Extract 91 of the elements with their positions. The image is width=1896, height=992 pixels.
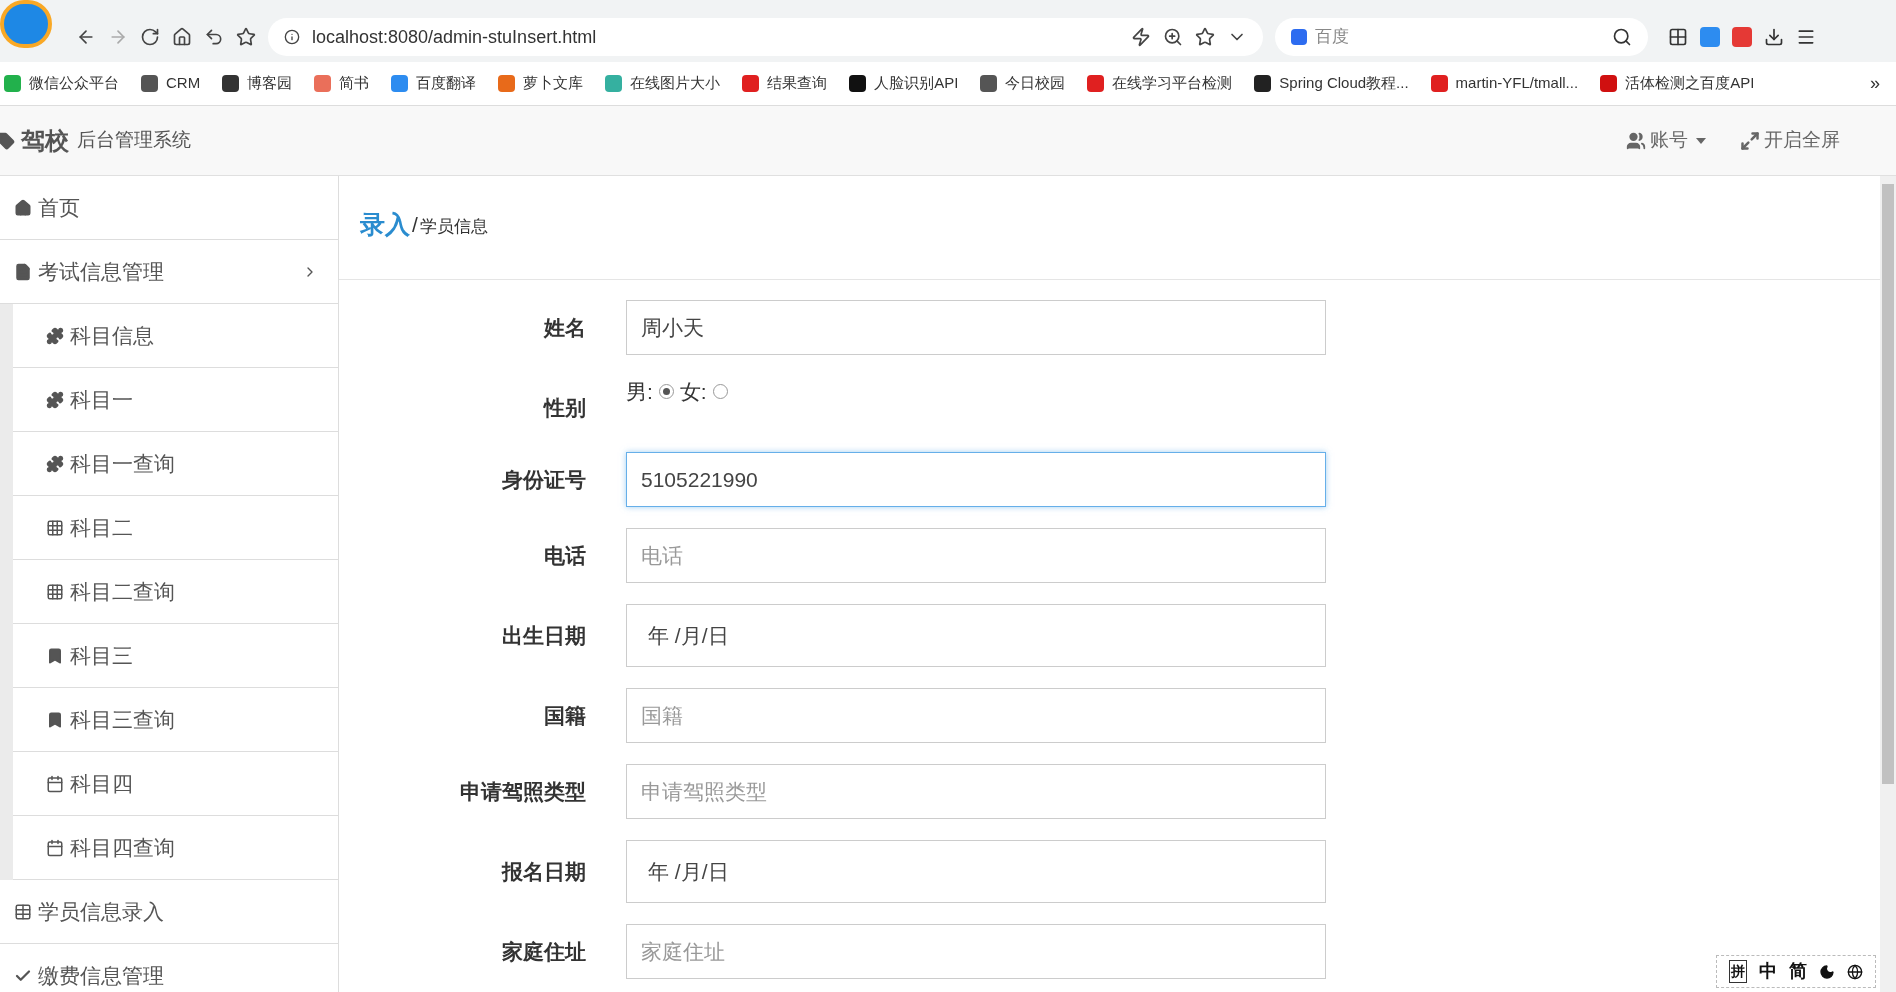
caret-icon bbox=[1696, 137, 1706, 144]
grid-icon bbox=[46, 518, 64, 537]
star-icon[interactable] bbox=[236, 27, 256, 47]
browser-logo-icon bbox=[0, 0, 52, 48]
bookmark-link[interactable]: 人脸识别API bbox=[874, 72, 959, 95]
submenu-item[interactable]: 科目二 bbox=[13, 496, 338, 560]
bookmark-link[interactable]: CRM bbox=[166, 72, 201, 95]
bookmark-link[interactable]: 百度翻译 bbox=[416, 72, 477, 95]
field-label: 报名日期 bbox=[500, 858, 586, 885]
submenu-item[interactable]: 科目一查询 bbox=[13, 432, 338, 496]
submenu-item[interactable]: 科目四查询 bbox=[13, 816, 338, 880]
info-icon bbox=[284, 29, 300, 45]
puzzle-icon bbox=[46, 390, 64, 409]
field-label: 国籍 bbox=[543, 702, 586, 729]
bookmark-icon bbox=[46, 710, 64, 729]
grid-icon bbox=[46, 582, 64, 601]
submenu-item[interactable]: 科目三查询 bbox=[13, 688, 338, 752]
submenu-item[interactable]: 科目二查询 bbox=[13, 560, 338, 624]
undo-icon[interactable] bbox=[204, 27, 224, 47]
users-icon bbox=[1626, 130, 1646, 151]
bookmark-link[interactable]: 今日校园 bbox=[1005, 72, 1066, 95]
puzzle-icon bbox=[46, 454, 64, 473]
fullscreen-button[interactable]: 开启全屏 bbox=[1740, 126, 1840, 155]
field-label: 申请驾照类型 bbox=[459, 778, 586, 805]
bookmark-link[interactable]: 微信公众平台 bbox=[29, 72, 119, 95]
input-field[interactable]: 国籍 bbox=[626, 688, 1326, 743]
ime-button[interactable]: 拼 bbox=[1729, 960, 1747, 983]
ime-button[interactable]: 中 bbox=[1759, 958, 1777, 985]
bookmark-link[interactable]: 在线图片大小 bbox=[630, 72, 721, 95]
breadcrumb-separator: / bbox=[412, 211, 418, 238]
bookmark-link[interactable]: 结果查询 bbox=[767, 72, 828, 95]
bookmark-link[interactable]: martin-YFL/tmall... bbox=[1455, 72, 1579, 95]
reload-icon[interactable] bbox=[140, 27, 160, 47]
url-text: localhost:8080/admin-stuInsert.html bbox=[312, 25, 598, 49]
sidebar-item[interactable]: 学员信息录入 bbox=[0, 880, 338, 944]
bookmark-link[interactable]: 博客园 bbox=[247, 72, 293, 95]
sidebar-item[interactable]: 缴费信息管理 bbox=[0, 944, 338, 992]
input-field[interactable]: 家庭住址 bbox=[626, 924, 1326, 979]
puzzle-icon bbox=[46, 326, 64, 345]
submenu-item[interactable]: 科目一 bbox=[13, 368, 338, 432]
menu-icon[interactable] bbox=[1796, 27, 1816, 47]
field-label: 性别 bbox=[542, 395, 586, 421]
field-label: 家庭住址 bbox=[501, 938, 586, 965]
sidebar-item[interactable]: 首页 bbox=[0, 176, 338, 240]
bookmark-link[interactable]: 活体检测之百度API bbox=[1625, 72, 1755, 95]
bookmark-link[interactable]: Spring Cloud教程... bbox=[1279, 72, 1409, 95]
input-field[interactable]: 申请驾照类型 bbox=[626, 764, 1326, 819]
field-label: 姓名 bbox=[542, 314, 586, 341]
table-icon bbox=[14, 902, 32, 921]
bookmark-icon bbox=[46, 646, 64, 665]
zoom-icon[interactable] bbox=[1163, 27, 1183, 47]
radio-button[interactable] bbox=[712, 384, 728, 400]
bookmark-link[interactable]: 简书 bbox=[339, 72, 370, 95]
radio-label: 男: bbox=[626, 379, 653, 405]
date-field[interactable]: 年 /月/日 bbox=[626, 604, 1326, 667]
submenu-item[interactable]: 科目信息 bbox=[13, 304, 338, 368]
input-field[interactable]: 周小天 bbox=[626, 300, 1326, 355]
more-bookmarks-button[interactable]: » bbox=[1870, 70, 1880, 97]
lightning-icon[interactable] bbox=[1131, 27, 1151, 47]
star-icon[interactable] bbox=[1195, 27, 1215, 47]
home-icon bbox=[14, 198, 32, 217]
tag-icon bbox=[0, 131, 15, 150]
field-label: 身份证号 bbox=[501, 466, 586, 493]
submenu-item[interactable]: 科目三 bbox=[13, 624, 338, 688]
radio-button[interactable] bbox=[658, 384, 674, 400]
account-menu[interactable]: 账号 bbox=[1626, 126, 1706, 155]
radio-label: 女: bbox=[679, 379, 707, 405]
breadcrumb-section: 学员信息 bbox=[419, 213, 488, 240]
input-field[interactable]: 5105221990 bbox=[626, 452, 1326, 507]
calendar-icon bbox=[46, 838, 64, 857]
grid-icon[interactable] bbox=[1668, 27, 1688, 47]
document-icon bbox=[14, 262, 32, 281]
date-field[interactable]: 年 /月/日 bbox=[626, 840, 1326, 903]
search-field[interactable]: 百度 bbox=[1275, 18, 1648, 56]
expand-icon bbox=[1740, 130, 1760, 151]
bookmark-link[interactable]: 萝卜文库 bbox=[523, 72, 584, 95]
home-icon[interactable] bbox=[172, 27, 192, 47]
field-label: 出生日期 bbox=[501, 622, 586, 649]
brand-subtitle: 后台管理系统 bbox=[77, 128, 191, 153]
address-bar[interactable]: localhost:8080/admin-stuInsert.html bbox=[268, 18, 1263, 56]
download-icon[interactable] bbox=[1764, 27, 1784, 47]
field-label: 电话 bbox=[543, 542, 586, 569]
calendar-icon bbox=[46, 774, 64, 793]
input-field[interactable]: 电话 bbox=[626, 528, 1326, 583]
brand-title: 驾校 bbox=[21, 125, 69, 156]
breadcrumb-current: 录入 bbox=[360, 208, 410, 240]
moon-icon[interactable] bbox=[1819, 963, 1835, 980]
ime-button[interactable]: 简 bbox=[1789, 958, 1807, 985]
bookmark-link[interactable]: 在线学习平台检测 bbox=[1112, 72, 1233, 95]
search-icon[interactable] bbox=[1612, 27, 1632, 47]
submenu-item[interactable]: 科目四 bbox=[13, 752, 338, 816]
